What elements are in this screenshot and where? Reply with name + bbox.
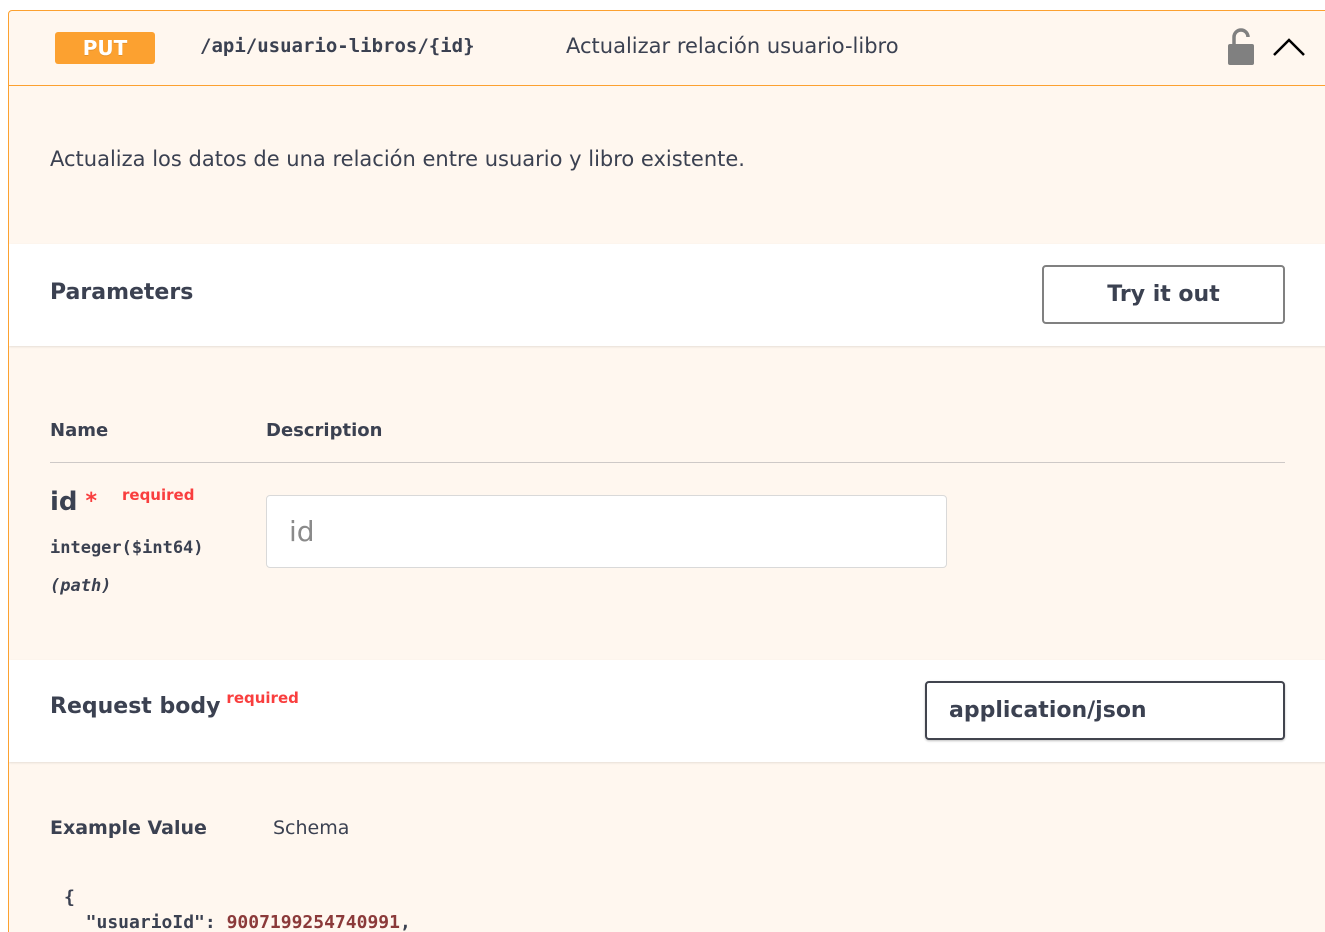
try-it-out-button[interactable]: Try it out (1042, 265, 1285, 324)
content-type-select[interactable]: application/json (925, 681, 1285, 740)
parameter-location: (path) (50, 576, 112, 596)
column-header-description: Description (266, 420, 383, 441)
parameter-type: integer($int64) (50, 538, 204, 558)
parameter-name-text: id (50, 487, 78, 517)
method-badge: PUT (55, 32, 155, 64)
required-asterisk: * (85, 489, 98, 514)
operation-summary[interactable]: PUT /api/usuario-libros/{id} Actualizar … (9, 11, 1325, 86)
table-divider (50, 462, 1285, 463)
unlocked-padlock-icon[interactable] (1226, 27, 1256, 67)
tab-schema[interactable]: Schema (273, 817, 349, 839)
operation-description: Actualiza los datos de una relación entr… (50, 147, 745, 171)
operation-summary-text: Actualizar relación usuario-libro (566, 34, 899, 58)
column-header-name: Name (50, 420, 109, 441)
code-comma: , (399, 912, 411, 932)
parameters-title: Parameters (50, 280, 194, 305)
request-body-title-text: Request body (50, 694, 221, 719)
request-body-title: Request body required (50, 689, 299, 719)
parameter-name: id * (50, 487, 97, 517)
tab-example-value[interactable]: Example Value (50, 817, 207, 839)
request-body-header: Request body required application/json (9, 660, 1325, 762)
parameters-header: Parameters Try it out (9, 244, 1325, 346)
code-value-usuarioid: 9007199254740991 (226, 912, 400, 932)
example-json-code: { "usuarioId": 9007199254740991, (64, 885, 411, 932)
chevron-up-icon[interactable] (1271, 31, 1307, 61)
put-operation-block: PUT /api/usuario-libros/{id} Actualizar … (8, 10, 1325, 932)
id-parameter-input[interactable] (266, 495, 947, 568)
code-line-1: { (64, 887, 75, 908)
request-body-required-label: required (226, 689, 299, 707)
code-key-usuarioid: "usuarioId": (64, 912, 227, 932)
parameter-required-label: required (122, 486, 195, 504)
endpoint-path: /api/usuario-libros/{id} (200, 35, 475, 57)
